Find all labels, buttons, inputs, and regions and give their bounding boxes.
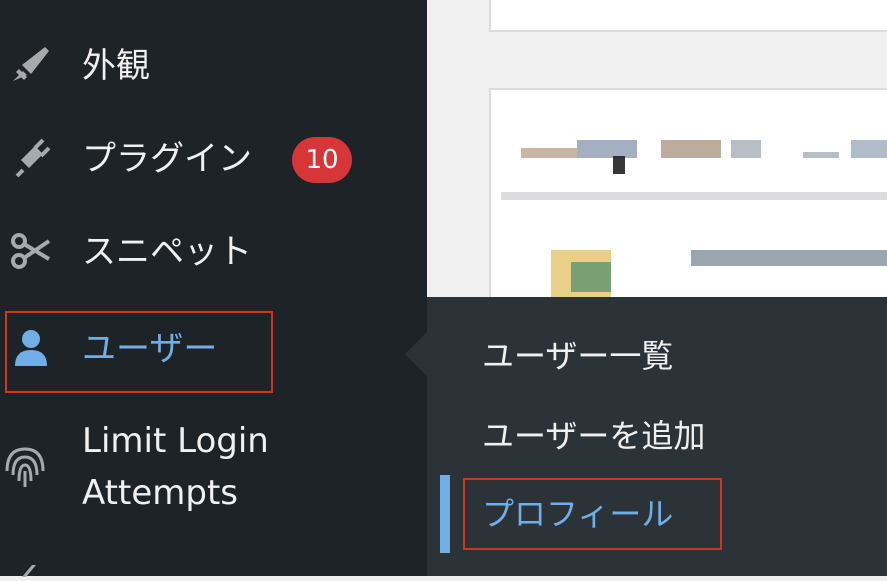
main-content bbox=[427, 0, 887, 318]
plugin-icon bbox=[6, 133, 56, 183]
sidebar-item-plugins[interactable]: プラグイン bbox=[0, 133, 427, 185]
blurred-text bbox=[577, 140, 637, 158]
sidebar-item-appearance[interactable]: 外観 bbox=[0, 40, 427, 92]
blurred-text bbox=[661, 140, 721, 158]
sidebar-item-label: 外観 bbox=[82, 46, 150, 86]
blurred-text bbox=[613, 156, 625, 174]
content-card bbox=[489, 88, 887, 318]
submenu-item-add-user[interactable]: ユーザーを追加 bbox=[482, 414, 705, 458]
blurred-text bbox=[731, 140, 761, 158]
admin-sidebar: 外観 プラグイン 10 スニペット ユーザー Limit Login Attem… bbox=[0, 0, 427, 577]
blurred-text bbox=[851, 140, 887, 158]
sidebar-item-label: スニペット bbox=[82, 232, 252, 272]
blurred-thumbnail bbox=[571, 262, 611, 292]
blurred-text bbox=[521, 148, 577, 158]
blurred-text bbox=[691, 250, 887, 266]
partial-menu-icon bbox=[20, 562, 40, 577]
update-count-badge: 10 bbox=[292, 137, 352, 183]
row-divider bbox=[501, 192, 887, 200]
fingerprint-icon bbox=[0, 442, 50, 492]
blurred-text bbox=[803, 152, 839, 158]
submenu-item-all-users[interactable]: ユーザー一覧 bbox=[482, 334, 673, 378]
content-card bbox=[489, 0, 887, 32]
scissors-icon bbox=[6, 226, 56, 276]
annotation-highlight-users bbox=[5, 311, 273, 393]
sidebar-item-label: プラグイン bbox=[82, 139, 252, 179]
sidebar-item-label-line2: Attempts bbox=[82, 473, 238, 513]
annotation-highlight-profile bbox=[463, 478, 722, 550]
sidebar-item-snippets[interactable]: スニペット bbox=[0, 226, 427, 278]
current-item-indicator bbox=[440, 475, 450, 553]
sidebar-item-limit-login-attempts[interactable]: Limit Login Attempts bbox=[0, 418, 427, 518]
submenu-arrow bbox=[405, 332, 427, 376]
sidebar-item-label: Limit Login bbox=[82, 421, 269, 461]
paintbrush-icon bbox=[6, 40, 56, 90]
